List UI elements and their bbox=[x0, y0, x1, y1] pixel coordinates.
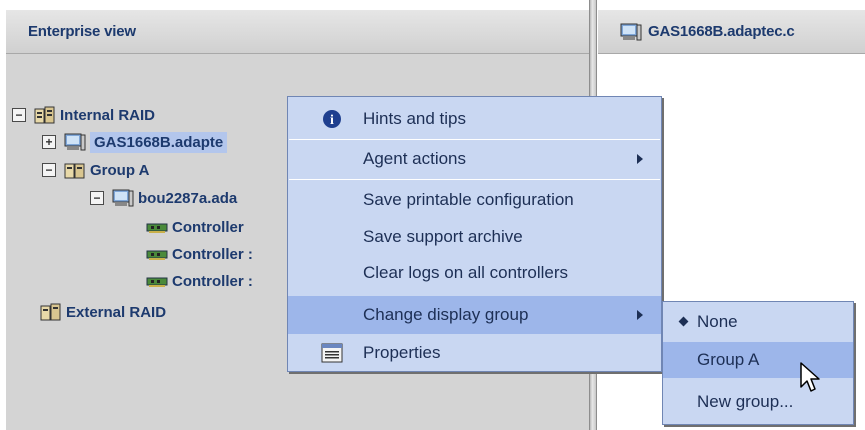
menu-label: Agent actions bbox=[363, 149, 467, 168]
submenu-label: New group... bbox=[697, 392, 794, 411]
collapse-icon[interactable]: − bbox=[12, 108, 26, 122]
tree-label-controller-3: Controller : bbox=[172, 272, 253, 290]
menu-label: Save printable configuration bbox=[363, 190, 574, 209]
menu-label: Hints and tips bbox=[363, 109, 466, 128]
controller-card-icon bbox=[146, 223, 168, 233]
submenu-label: None bbox=[697, 312, 738, 331]
menu-item-properties[interactable]: Properties bbox=[288, 336, 661, 370]
menu-item-change-display-group[interactable]: Change display group bbox=[288, 296, 661, 334]
controller-card-icon bbox=[146, 250, 168, 260]
tree-node-controller-2[interactable]: Controller : bbox=[146, 241, 253, 267]
menu-item-save-support-archive[interactable]: Save support archive bbox=[288, 220, 661, 254]
submenu-item-none[interactable]: None bbox=[663, 304, 853, 340]
submenu-arrow-icon bbox=[637, 310, 643, 320]
display-group-submenu: None Group A New group... bbox=[662, 301, 854, 425]
tree-node-controller-3[interactable]: Controller : bbox=[146, 268, 253, 294]
menu-item-clear-logs[interactable]: Clear logs on all controllers bbox=[288, 256, 661, 290]
application-window: Enterprise view − Internal RAID + GAS166… bbox=[0, 0, 865, 430]
collapse-icon[interactable]: − bbox=[42, 163, 56, 177]
submenu-label: Group A bbox=[697, 350, 760, 369]
menu-separator bbox=[289, 179, 660, 180]
group-icon bbox=[64, 163, 85, 179]
server-icon bbox=[620, 23, 642, 40]
collapse-icon[interactable]: − bbox=[90, 191, 104, 205]
enterprise-view-header: Enterprise view bbox=[6, 10, 590, 54]
tree-node-bou2287a[interactable]: − bou2287a.ada bbox=[90, 185, 237, 211]
tree-node-gas1668b[interactable]: + GAS1668B.adapte bbox=[42, 129, 228, 155]
tree-node-controller-1[interactable]: Controller bbox=[146, 214, 244, 240]
tree-label-controller-2: Controller : bbox=[172, 245, 253, 263]
details-header: GAS1668B.adaptec.c bbox=[598, 10, 865, 54]
menu-label: Clear logs on all controllers bbox=[363, 263, 569, 282]
raid-enclosure-icon bbox=[40, 303, 61, 321]
menu-separator bbox=[289, 139, 660, 140]
tree-label-internal-raid: Internal RAID bbox=[60, 106, 156, 124]
info-icon: i bbox=[323, 110, 341, 128]
submenu-arrow-icon bbox=[637, 154, 643, 164]
tree-label-bou2287a: bou2287a.ada bbox=[138, 189, 238, 207]
server-icon bbox=[112, 189, 134, 207]
tree-label-gas1668b: GAS1668B.adapte bbox=[90, 131, 228, 153]
tree-node-internal-raid[interactable]: − Internal RAID bbox=[12, 102, 155, 128]
menu-label: Save support archive bbox=[363, 227, 523, 246]
menu-label: Properties bbox=[363, 343, 441, 362]
server-icon bbox=[64, 133, 86, 151]
svg-text:i: i bbox=[330, 113, 334, 128]
mouse-pointer-icon bbox=[800, 362, 820, 392]
menu-label: Change display group bbox=[363, 305, 529, 324]
tree-node-external-raid[interactable]: External RAID bbox=[40, 299, 166, 325]
raid-enclosure-icon bbox=[34, 106, 55, 124]
menu-item-agent-actions[interactable]: Agent actions bbox=[288, 142, 661, 176]
menu-item-hints-and-tips[interactable]: i Hints and tips bbox=[288, 102, 661, 136]
selected-bullet-icon bbox=[678, 316, 689, 327]
properties-icon bbox=[321, 343, 343, 363]
controller-card-icon bbox=[146, 277, 168, 287]
submenu-item-group-a[interactable]: Group A bbox=[663, 342, 853, 378]
submenu-item-new-group[interactable]: New group... bbox=[663, 384, 853, 420]
menu-item-save-printable-configuration[interactable]: Save printable configuration bbox=[288, 183, 661, 217]
expand-icon[interactable]: + bbox=[42, 135, 56, 149]
context-menu: i Hints and tips Agent actions Save prin… bbox=[287, 96, 662, 372]
tree-label-external-raid: External RAID bbox=[66, 303, 167, 321]
tree-label-controller-1: Controller bbox=[172, 218, 244, 236]
tree-label-group-a: Group A bbox=[90, 161, 150, 179]
tree-node-group-a[interactable]: − Group A bbox=[42, 157, 149, 183]
details-header-title: GAS1668B.adaptec.c bbox=[648, 23, 795, 40]
